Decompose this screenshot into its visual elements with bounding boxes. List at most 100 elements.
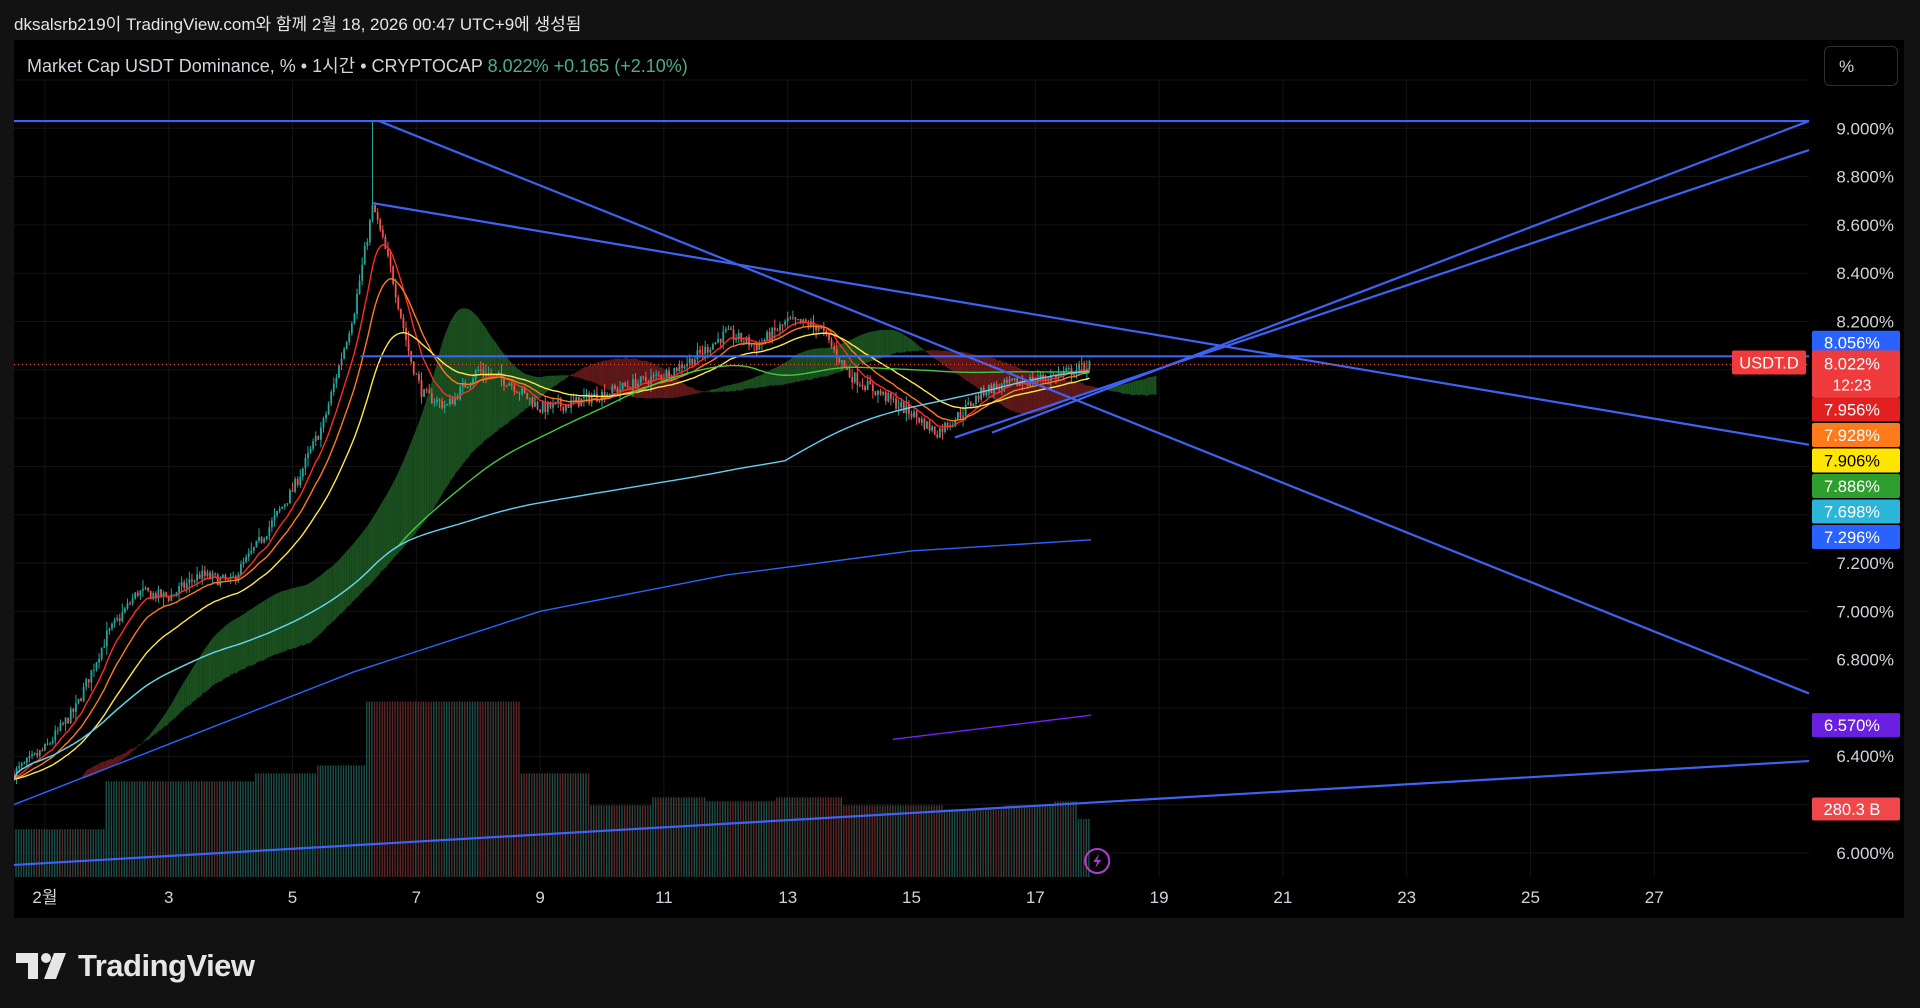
volume-bar: [951, 809, 953, 877]
svg-text:8.022%: 8.022%: [1824, 356, 1880, 374]
candle-body: [1013, 378, 1016, 381]
volume-bar: [631, 805, 634, 877]
cloud-segment: [251, 607, 254, 667]
candle-body: [513, 385, 516, 392]
symbol-price-tag: USDT.D: [1732, 350, 1806, 375]
cloud-segment: [676, 378, 680, 398]
candle-body: [985, 392, 988, 396]
cloud-segment: [769, 369, 773, 386]
volume-bar: [515, 701, 518, 877]
volume-bar: [59, 829, 61, 877]
cloud-segment: [426, 390, 430, 519]
candle-body: [544, 402, 547, 413]
chart-panel[interactable]: 6.000%6.200%6.400%6.800%7.000%7.200%8.20…: [14, 40, 1904, 918]
volume-bar: [948, 809, 951, 877]
volume-bar: [605, 805, 608, 877]
candle-body: [967, 402, 970, 405]
cloud-segment: [1115, 385, 1118, 393]
volume-bar: [1023, 805, 1026, 877]
volume-bar: [765, 801, 768, 877]
candle-body: [541, 402, 544, 413]
cloud-segment: [702, 391, 706, 393]
cloud-segment: [790, 357, 793, 384]
volume-bar: [567, 773, 569, 877]
cloud-segment: [741, 381, 744, 391]
candle-body: [250, 550, 253, 554]
candle-body: [278, 508, 281, 512]
tradingview-logo-icon: [16, 953, 66, 979]
volume-bar: [711, 801, 714, 877]
volume-bar: [1049, 805, 1051, 877]
volume-bar: [288, 773, 291, 877]
volume-bar: [113, 781, 115, 877]
volume-bar: [386, 701, 389, 877]
price-tick-label: 6.800%: [1836, 651, 1894, 670]
candle-body: [838, 358, 841, 363]
candle-body: [562, 406, 565, 411]
volume-bar: [719, 801, 721, 877]
volume-bar: [500, 701, 502, 877]
cloud-segment: [377, 505, 381, 578]
volume-bar: [497, 701, 499, 877]
candle-body: [358, 280, 361, 294]
candle-body: [296, 478, 299, 485]
candle-body: [843, 360, 846, 367]
volume-bar: [788, 797, 791, 877]
volume-bar: [391, 701, 394, 877]
trendline[interactable]: [372, 202, 1809, 446]
cloud-segment: [761, 373, 765, 388]
volume-bar: [693, 797, 695, 877]
price-tick-label: 8.200%: [1836, 313, 1894, 332]
candle-body: [265, 536, 268, 540]
ma-price-label: 7.296%: [1812, 525, 1900, 550]
candle-body: [374, 205, 376, 213]
volume-bar: [585, 773, 587, 877]
cloud-segment: [952, 351, 956, 373]
candle-body: [283, 504, 286, 507]
candle-body: [20, 763, 23, 767]
candle-body: [100, 647, 103, 660]
chart-canvas[interactable]: 6.000%6.200%6.400%6.800%7.000%7.200%8.20…: [14, 40, 1904, 918]
volume-bar: [239, 781, 242, 877]
plot-area[interactable]: [14, 79, 1809, 877]
cloud-segment: [759, 374, 762, 388]
volume-bar: [185, 781, 187, 877]
trendline[interactable]: [991, 120, 1809, 434]
volume-bar: [608, 805, 610, 877]
trendline[interactable]: [378, 120, 1809, 695]
cloud-segment: [186, 673, 190, 707]
volume-bar: [832, 797, 835, 877]
volume-bar: [278, 773, 280, 877]
trendline[interactable]: [954, 148, 1809, 439]
volume-bar: [954, 809, 956, 877]
cloud-segment: [408, 442, 412, 541]
volume-bar: [737, 801, 739, 877]
volume-bar: [647, 805, 649, 877]
cloud-segment: [284, 589, 288, 652]
volume-bar: [252, 781, 254, 877]
volume-bar: [979, 809, 982, 877]
volume-bar: [283, 773, 285, 877]
candle-body: [356, 293, 358, 315]
candle-body: [688, 358, 691, 364]
cloud-segment: [893, 330, 897, 354]
cloud-segment: [818, 348, 822, 378]
volume-bar: [427, 701, 430, 877]
cloud-segment: [746, 379, 750, 389]
candle-body: [384, 237, 387, 250]
volume-bar: [177, 781, 180, 877]
level-price-label: 8.056%: [1812, 330, 1900, 354]
cloud-segment: [140, 741, 143, 746]
cloud-segment: [217, 630, 221, 683]
cloud-segment: [204, 645, 208, 694]
candle-body: [399, 308, 402, 318]
volume-bar: [1008, 805, 1010, 877]
percent-scale-button[interactable]: %: [1824, 46, 1898, 86]
price-tick-label: 9.000%: [1836, 119, 1894, 138]
time-axis[interactable]: 2월 3 5 7 9 11 13 15 17 19 21 23 25 27: [32, 888, 1663, 907]
volume-bar: [1044, 805, 1046, 877]
cloud-segment: [212, 635, 216, 686]
candle-body: [856, 372, 859, 385]
cloud-segment: [924, 350, 927, 353]
volume-bar: [175, 781, 177, 877]
